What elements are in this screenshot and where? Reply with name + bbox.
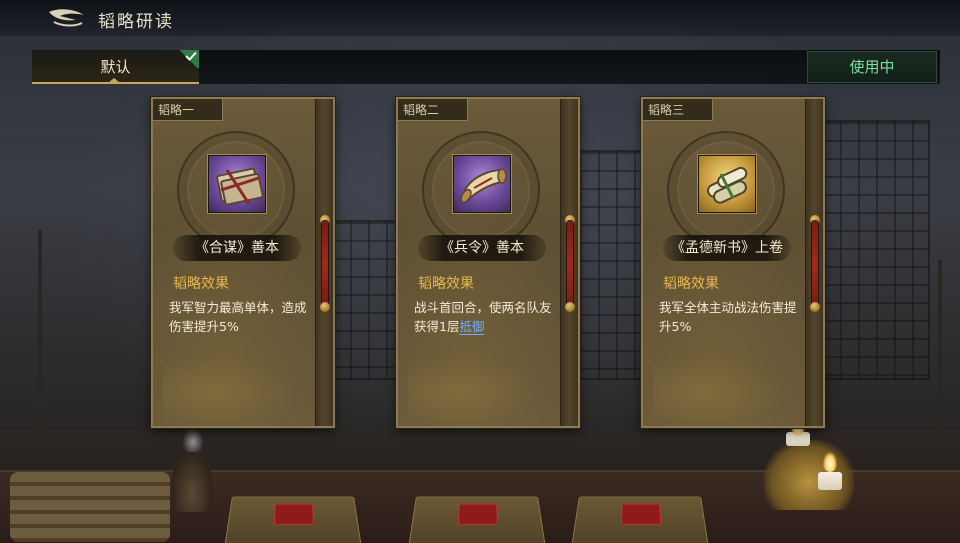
rail-bar <box>812 221 818 307</box>
incense-burner <box>172 452 212 512</box>
scroll-icon[interactable] <box>453 155 511 213</box>
card-tag: 韬略一 <box>153 99 223 121</box>
card-name: 《合谋》善本 <box>173 235 301 261</box>
card-rail <box>805 99 823 426</box>
selected-check-icon <box>177 50 199 68</box>
candle <box>818 472 842 490</box>
closed-book <box>407 496 547 543</box>
back-button[interactable] <box>46 6 88 30</box>
tab-indicator-arrow-icon <box>108 78 120 83</box>
card-tag: 韬略二 <box>398 99 468 121</box>
effect-label: 韬略效果 <box>663 276 719 292</box>
effect-text: 我军全体主动战法伤害提升5% <box>659 300 797 334</box>
keyword-link[interactable]: 抵御 <box>459 319 485 335</box>
book-seal <box>273 503 315 525</box>
page-title: 韬略研读 <box>98 12 174 32</box>
card-decoration <box>653 349 803 419</box>
book-seal <box>457 503 499 525</box>
rail-knob-icon <box>565 302 575 312</box>
top-bar: 韬略研读 <box>0 0 960 36</box>
lattice-window <box>820 120 930 380</box>
strategy-card-2[interactable]: 韬略二 《兵令》善本 韬略效果 战斗首回合，使两名队友获得1层抵御 <box>396 97 580 428</box>
closed-book <box>223 496 363 543</box>
back-arrow-icon <box>49 9 84 27</box>
bamboo-scrolls <box>10 472 170 542</box>
rail-bar <box>567 221 573 307</box>
tab-default[interactable]: 默认 <box>32 50 199 84</box>
effect-description: 我军全体主动战法伤害提升5% <box>659 298 799 336</box>
lattice-window <box>330 220 400 380</box>
card-tag: 韬略三 <box>643 99 713 121</box>
card-name: 《兵令》善本 <box>418 235 546 261</box>
effect-text: 我军智力最高单体，造成伤害提升5% <box>169 300 307 334</box>
rail-knob-icon <box>320 302 330 312</box>
rail-knob-icon <box>810 302 820 312</box>
card-name: 《孟德新书》上卷 <box>663 235 791 261</box>
effect-description: 战斗首回合，使两名队友获得1层抵御 <box>414 298 554 336</box>
in-use-button[interactable]: 使用中 <box>807 51 937 83</box>
scroll-bundle-icon[interactable] <box>698 155 756 213</box>
effect-description: 我军智力最高单体，造成伤害提升5% <box>169 298 309 336</box>
effect-label: 韬略效果 <box>173 276 229 292</box>
closed-book <box>570 496 710 543</box>
card-decoration <box>163 349 313 419</box>
candle-flame <box>823 452 837 472</box>
card-rail <box>315 99 333 426</box>
book-bundle-icon[interactable] <box>208 155 266 213</box>
effect-label: 韬略效果 <box>418 276 474 292</box>
strategy-card-3[interactable]: 韬略三 《孟德新书》上卷 韬略效果 我军全体主动战法伤害提升5% <box>641 97 825 428</box>
rail-bar <box>322 221 328 307</box>
book-seal <box>620 503 662 525</box>
card-decoration <box>408 349 558 419</box>
strategy-card-1[interactable]: 韬略一 《合谋》善本 韬略效果 我军智力最高单体，造成伤害提升5% <box>151 97 335 428</box>
card-rail <box>560 99 578 426</box>
